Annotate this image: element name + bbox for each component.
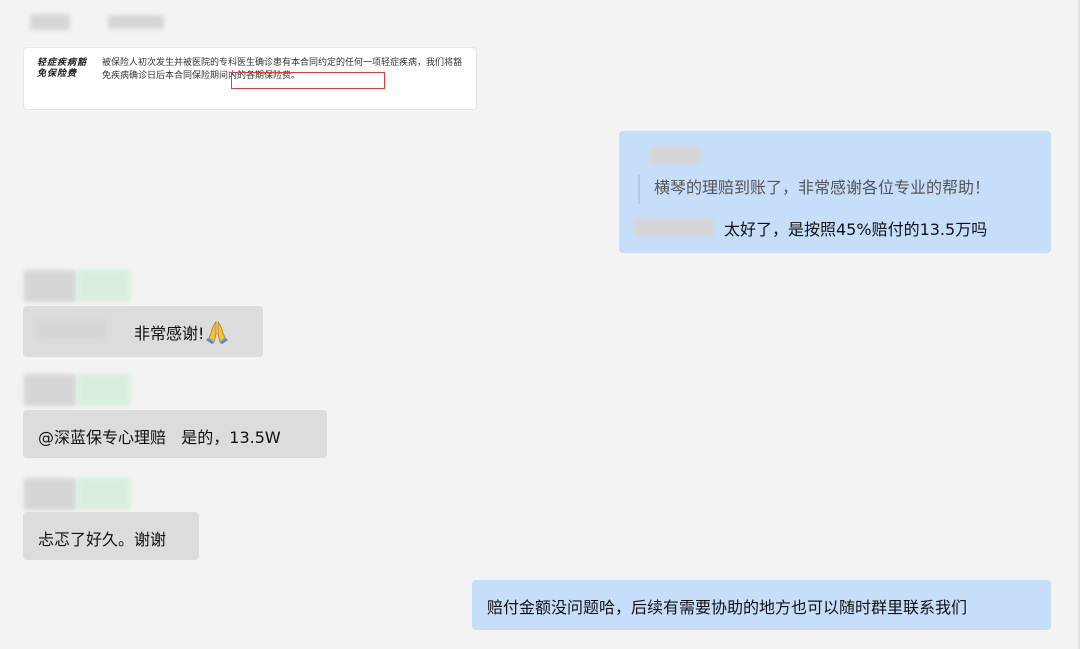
message-text: 太好了，是按照45%赔付的13.5万吗 [724, 220, 988, 239]
mention-blurred [634, 218, 714, 236]
document-image-card[interactable]: 轻症疾病豁免保险费 被保险人初次发生并被医院的专科医生确诊患有本合同约定的任何一… [23, 47, 477, 110]
mention-blurred [36, 320, 106, 338]
message-text-content: 非常感谢! [134, 324, 205, 343]
sender-name-blurred [108, 15, 164, 29]
sender-avatar-blurred [24, 270, 76, 302]
chat-window: 轻症疾病豁免保险费 被保险人初次发生并被医院的专科医生确诊患有本合同约定的任何一… [0, 0, 1080, 649]
message-text: 赔付金额没问题哈，后续有需要协助的地方也可以随时群里联系我们 [487, 598, 968, 617]
document-term-label: 轻症疾病豁免保险费 [37, 58, 88, 79]
red-highlight-box [231, 72, 385, 89]
sender-avatar-blurred [24, 478, 76, 510]
sender-name-blurred [30, 14, 70, 30]
sender-name-blurred [78, 478, 130, 510]
message-text: 忐忑了好久。谢谢 [38, 530, 167, 549]
quoted-message: 横琴的理赔到账了，非常感谢各位专业的帮助！ [638, 174, 990, 204]
sender-name-blurred [78, 270, 130, 302]
message-text: 非常感谢! [134, 320, 229, 344]
quoted-sender-blurred [650, 147, 702, 164]
message-text: @深蓝保专心理赔 是的，13.5W [38, 428, 281, 447]
sender-avatar-blurred [24, 374, 76, 406]
folded-hands-icon [206, 320, 229, 344]
sender-name-blurred [78, 374, 130, 406]
